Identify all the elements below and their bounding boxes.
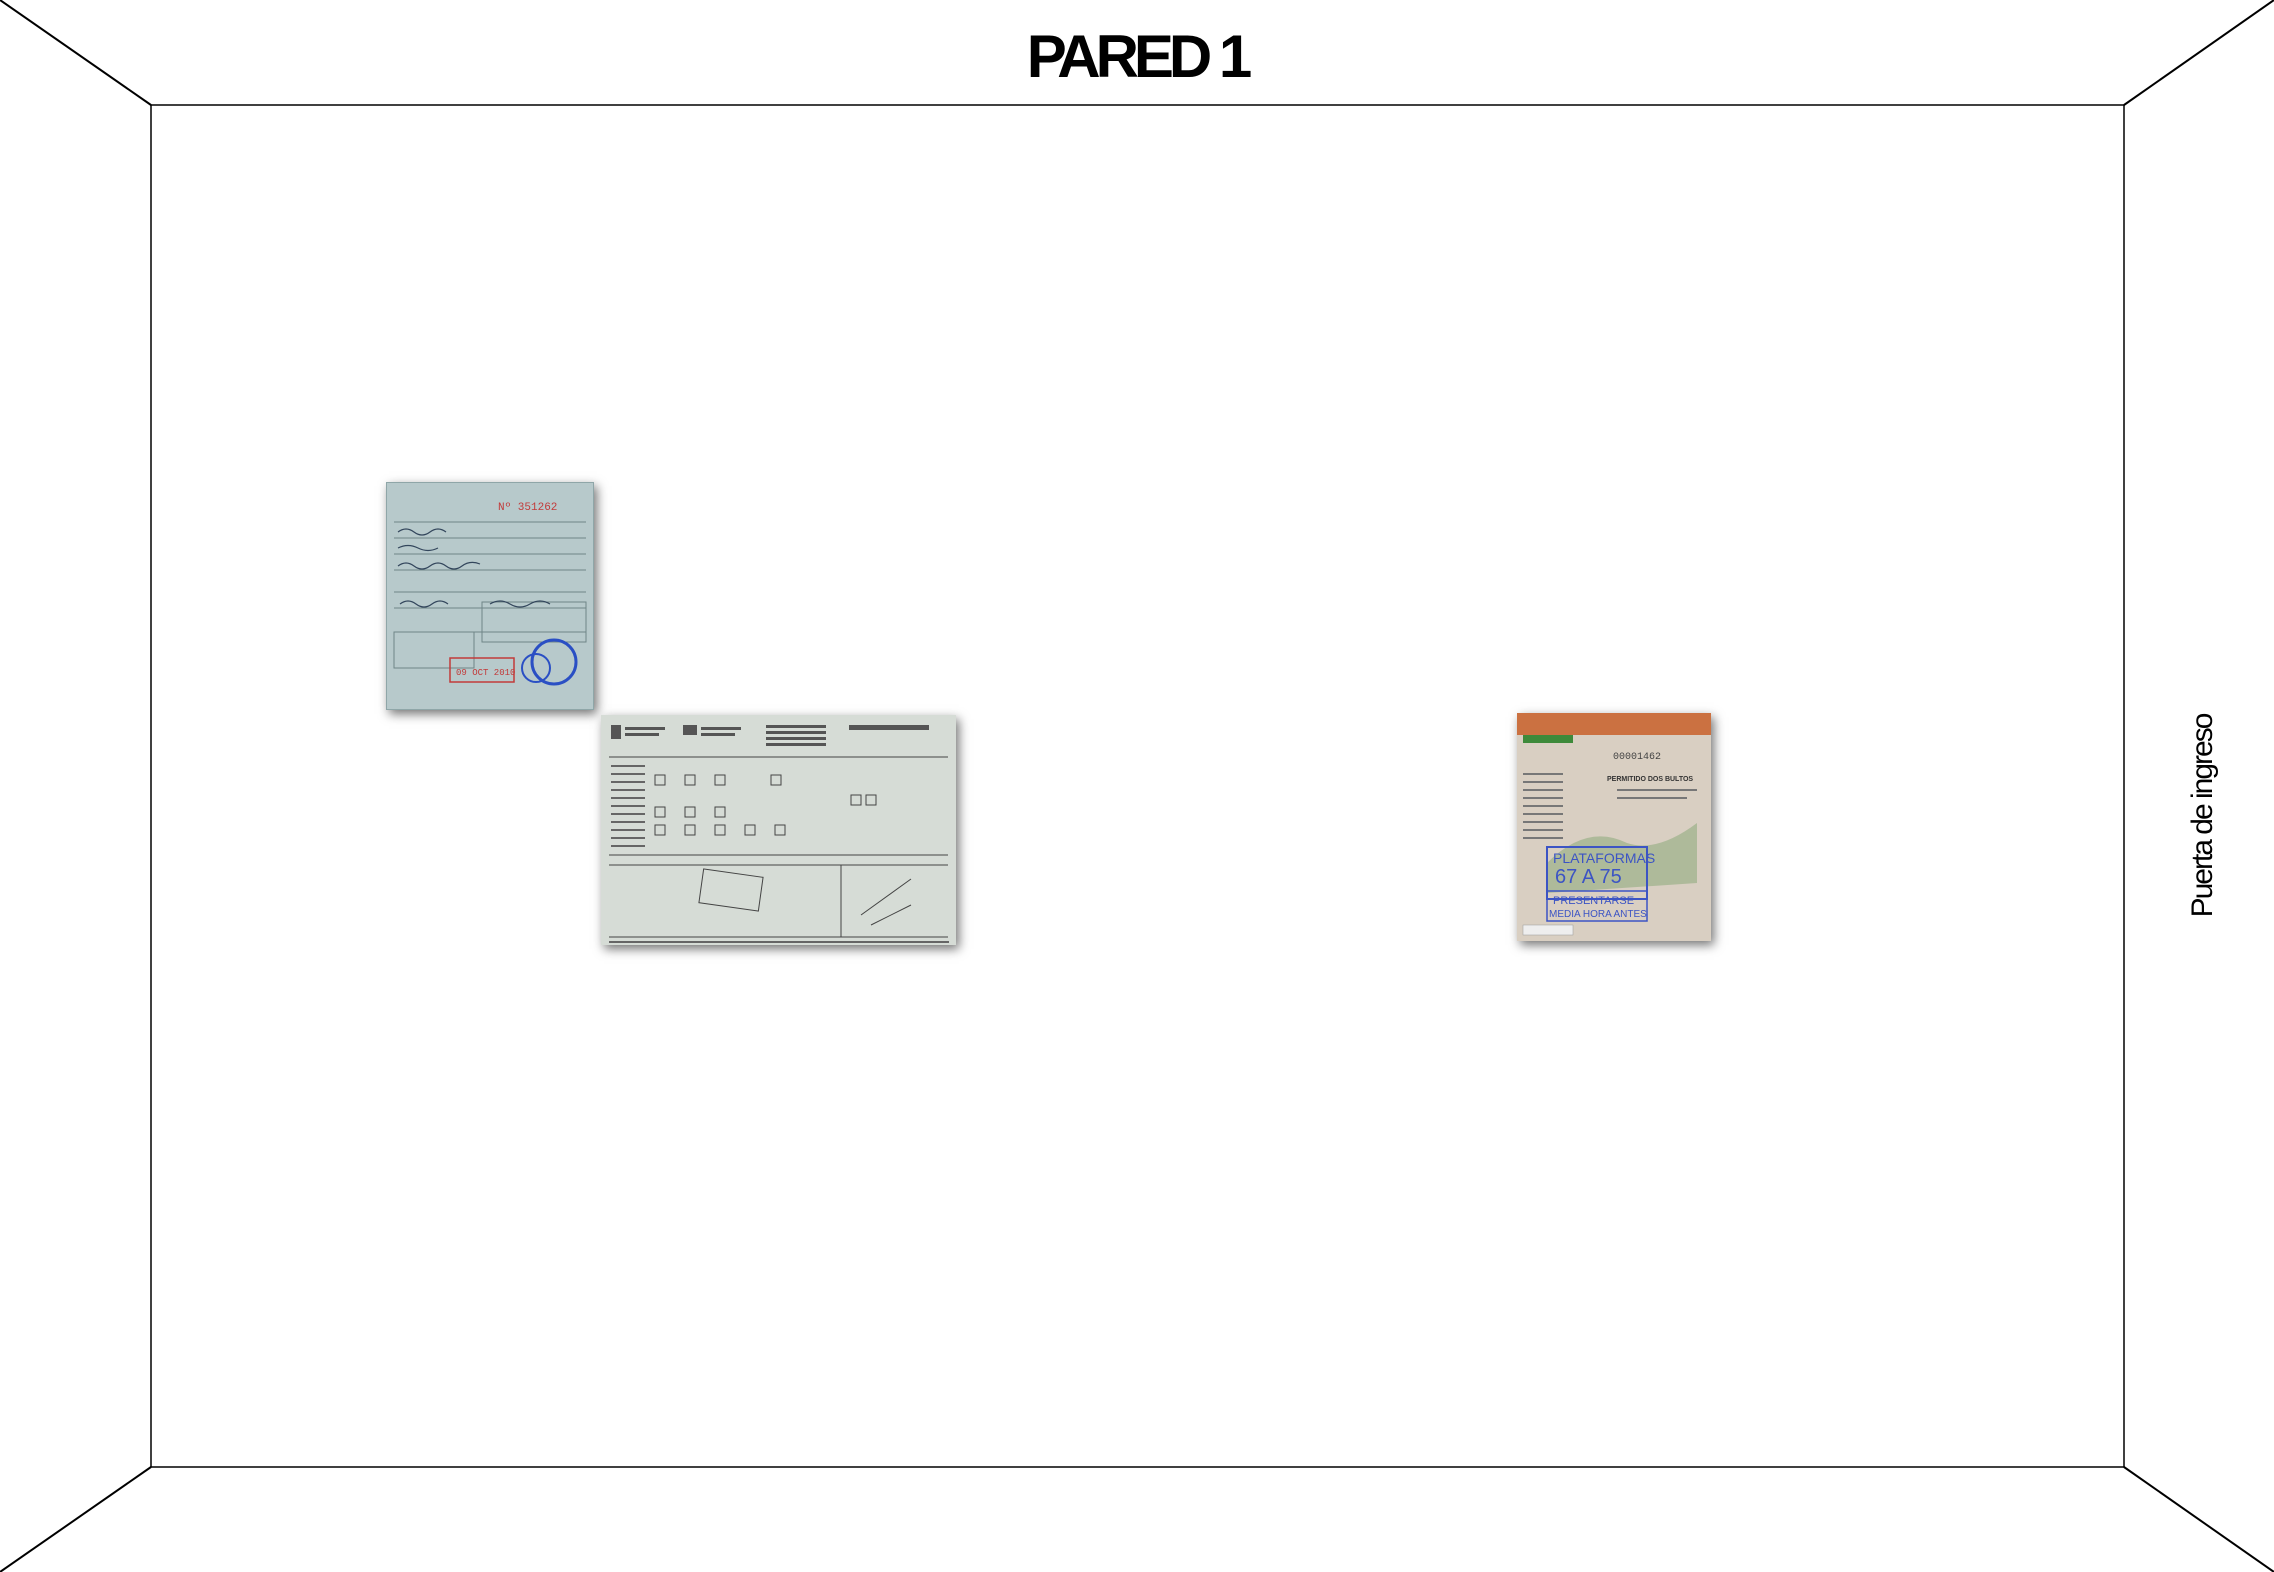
bus-ticket-serial: 00001462 (1613, 752, 1661, 763)
bus-ticket-stamp-line-4: MEDIA HORA ANTES (1549, 909, 1647, 920)
corner-line-bottom-right (2123, 1466, 2274, 1572)
bus-ticket-photo: 00001462 PERMITIDO DOS BULTOS PLATAFORMA… (1517, 713, 1711, 941)
bus-ticket-stamp-line-3: PRESENTARSE (1553, 895, 1634, 907)
bus-ticket-heading: PERMITIDO DOS BULTOS (1607, 776, 1693, 783)
corner-line-bottom-left (0, 1466, 152, 1572)
room-perspective (0, 0, 2274, 1572)
migration-card-date-stamp: 09 OCT 2010 (456, 668, 515, 678)
immigration-form-photo (601, 715, 956, 945)
back-wall-outline (150, 104, 2125, 1468)
migration-card-photo: Nº 351262 09 OCT 2010 (386, 482, 594, 710)
door-label: Puerta de ingreso (2186, 714, 2219, 918)
wall-title: PARED 1 (1026, 23, 1253, 90)
bus-ticket-stamp-line-1: PLATAFORMAS (1553, 850, 1655, 866)
migration-card-serial: Nº 351262 (498, 502, 557, 514)
bus-ticket-stamp-line-2: 67 A 75 (1555, 866, 1622, 888)
